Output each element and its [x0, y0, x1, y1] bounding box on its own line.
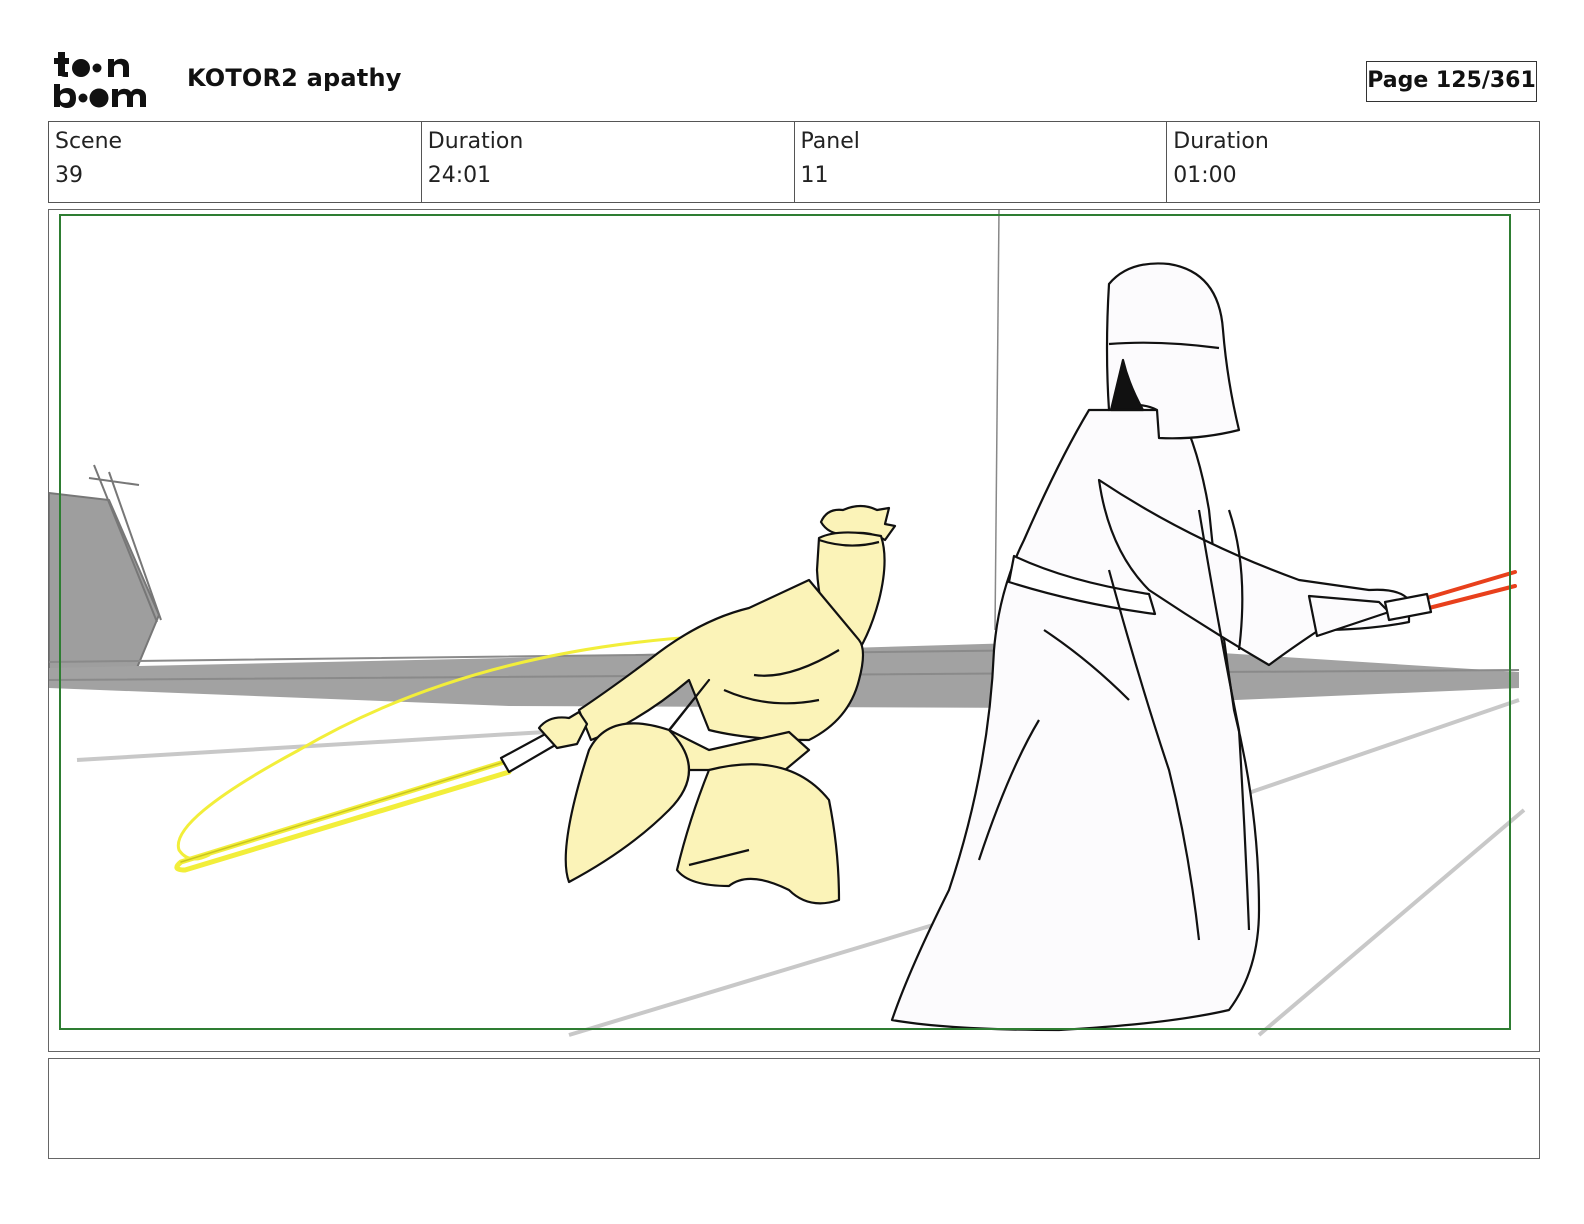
scene-label: Scene: [55, 129, 123, 154]
panel-info-table: Scene 39 Duration 24:01 Panel 11 Duratio…: [48, 121, 1540, 203]
red-lightsaber: [1425, 570, 1517, 610]
panel-duration-value: 01:00: [1173, 163, 1237, 188]
panel-cell: Panel 11: [793, 122, 1167, 202]
panel-caption-box: [48, 1058, 1540, 1159]
scene-duration-label: Duration: [427, 129, 524, 154]
scene-duration-value: 24:01: [427, 163, 492, 188]
storyboard-panel: [48, 209, 1540, 1052]
toonboom-logo: [52, 50, 164, 112]
scene-cell: Scene 39: [49, 122, 421, 202]
scene-value: 39: [55, 163, 83, 188]
panel-value: 11: [800, 163, 829, 188]
panel-duration-label: Duration: [1173, 129, 1269, 154]
project-title: KOTOR2 apathy: [187, 64, 402, 92]
panel-duration-cell: Duration 01:00: [1166, 122, 1539, 202]
panel-drawing: [49, 210, 1526, 1037]
panel-label: Panel: [800, 129, 860, 154]
scene-duration-cell: Duration 24:01: [420, 122, 794, 202]
page-indicator: Page 125/361: [1366, 61, 1537, 102]
